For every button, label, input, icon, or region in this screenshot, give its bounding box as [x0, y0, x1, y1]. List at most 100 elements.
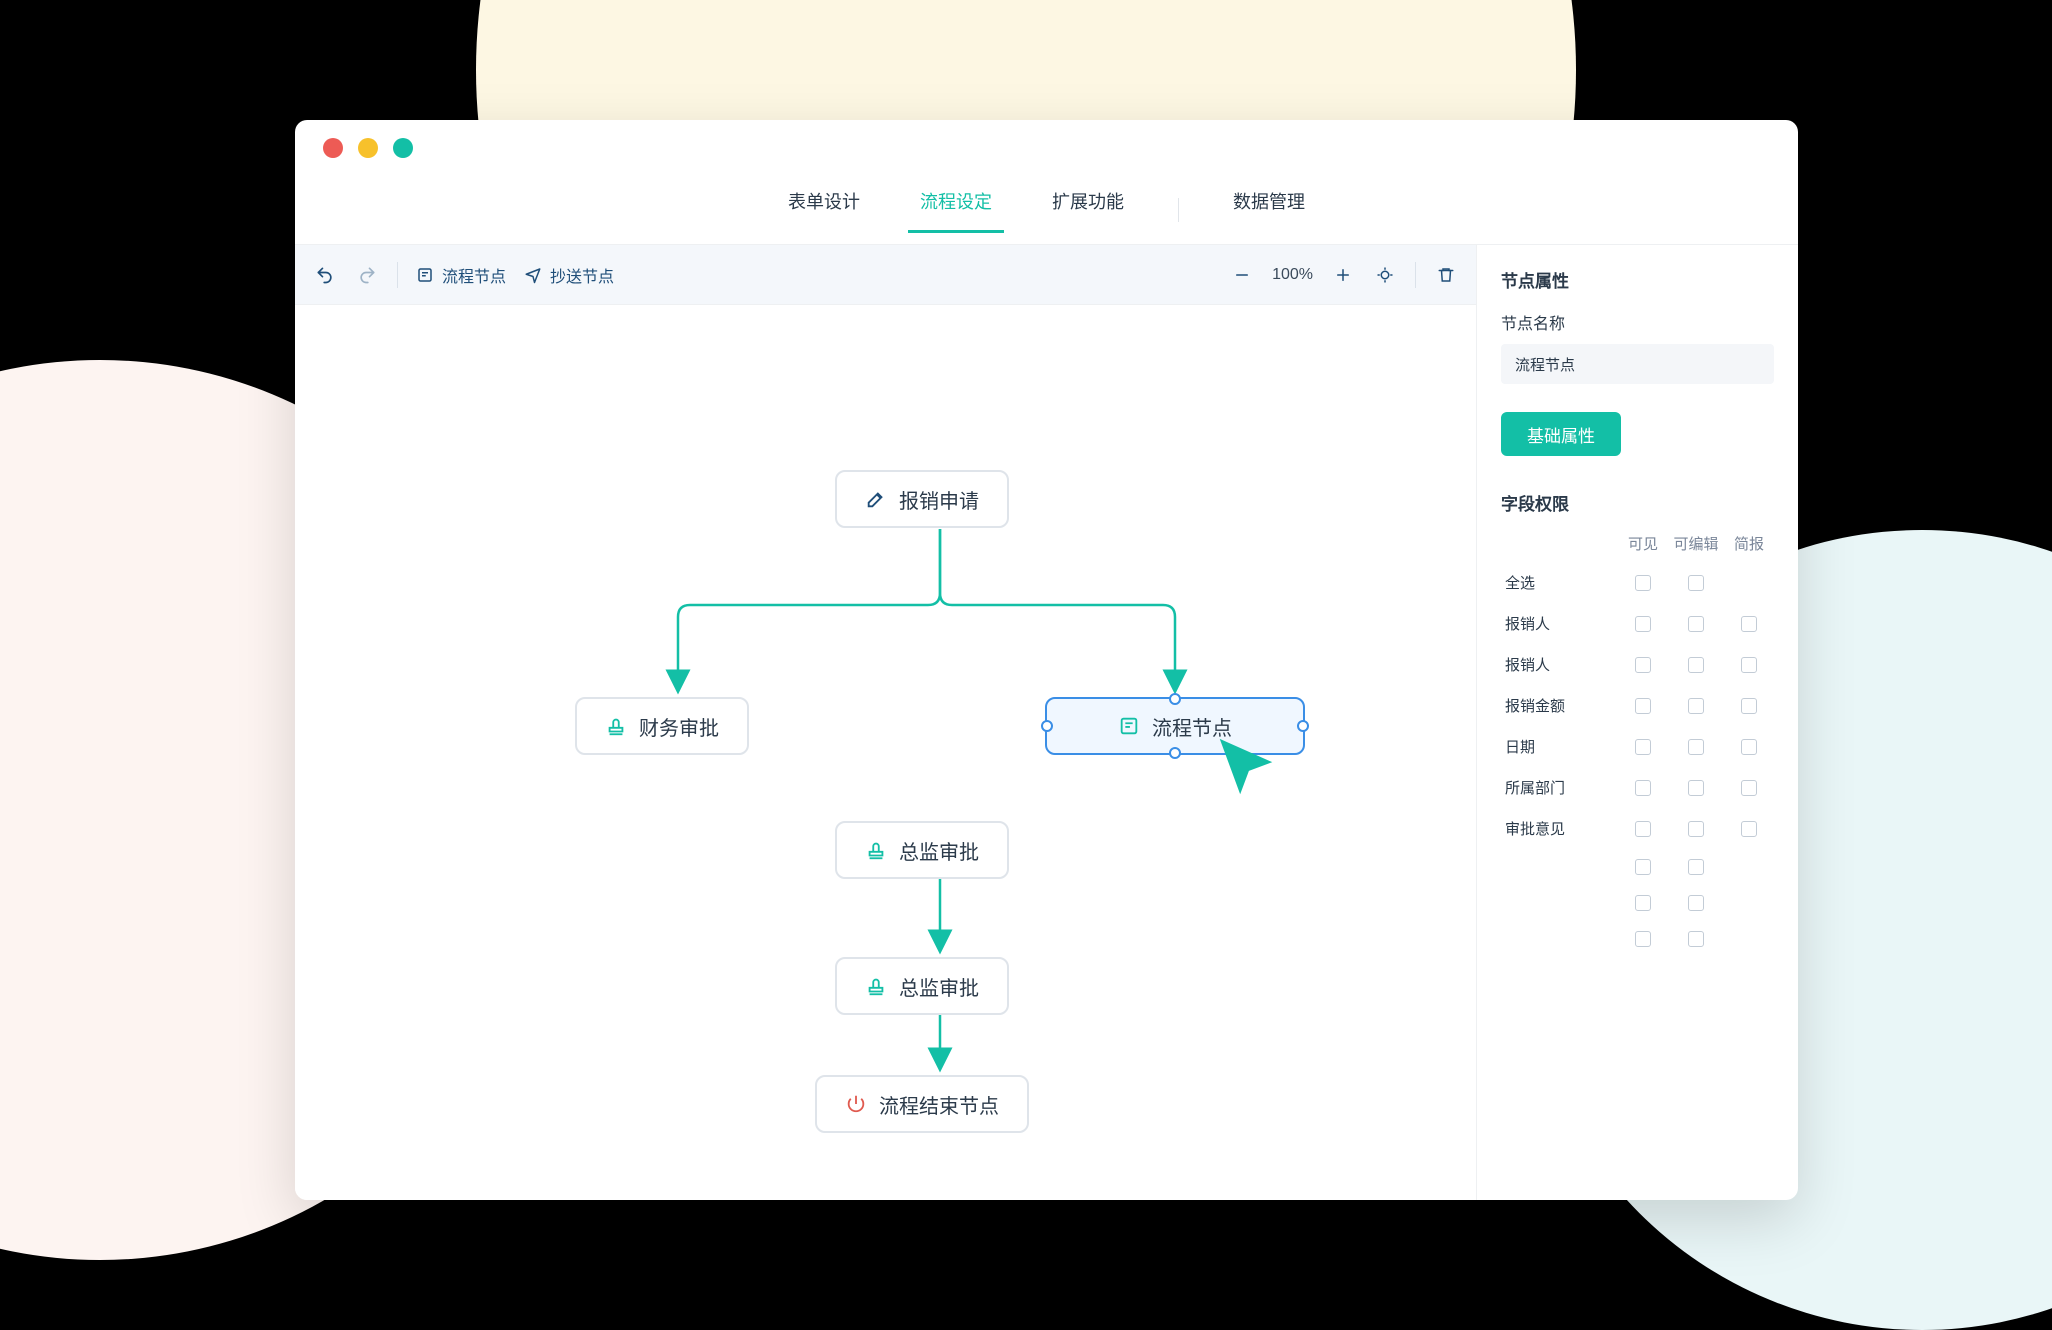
perm-row: 报销人 — [1501, 644, 1774, 685]
tab-0[interactable]: 表单设计 — [782, 188, 866, 232]
power-icon — [845, 1093, 867, 1115]
perm-row: 所属部门 — [1501, 767, 1774, 808]
checkbox[interactable] — [1688, 859, 1704, 875]
connector-handle-right[interactable] — [1297, 720, 1309, 732]
checkbox[interactable] — [1635, 698, 1651, 714]
node-label: 总监审批 — [899, 972, 979, 1001]
perm-row-label: 日期 — [1501, 736, 1618, 757]
flow-canvas[interactable]: 报销申请 财务审批 流程节点 总监审批 — [295, 305, 1476, 1200]
window-close-icon[interactable] — [323, 138, 343, 158]
properties-panel: 节点属性 节点名称 基础属性 字段权限 可见 可编辑 简报 全选报销人报销人报销… — [1476, 245, 1798, 1200]
perm-row — [1501, 849, 1774, 885]
edit-icon — [865, 488, 887, 510]
node-name-input[interactable] — [1501, 344, 1774, 384]
perm-row — [1501, 885, 1774, 921]
perm-row-label: 报销人 — [1501, 654, 1618, 675]
node-label: 流程节点 — [1152, 712, 1232, 741]
checkbox[interactable] — [1741, 739, 1757, 755]
panel-title: 节点属性 — [1501, 267, 1774, 292]
zoom-in-icon[interactable] — [1331, 263, 1355, 287]
checkbox[interactable] — [1688, 698, 1704, 714]
checkbox[interactable] — [1635, 739, 1651, 755]
checkbox[interactable] — [1741, 821, 1757, 837]
node-start[interactable]: 报销申请 — [835, 470, 1009, 528]
delete-icon[interactable] — [1434, 263, 1458, 287]
node-label: 报销申请 — [899, 485, 979, 514]
permissions-header: 可见 可编辑 简报 — [1501, 525, 1774, 562]
window-minimize-icon[interactable] — [358, 138, 378, 158]
node-finance[interactable]: 财务审批 — [575, 697, 749, 755]
checkbox[interactable] — [1635, 895, 1651, 911]
col-digest: 简报 — [1734, 533, 1764, 554]
node-end[interactable]: 流程结束节点 — [815, 1075, 1029, 1133]
connector-handle-left[interactable] — [1041, 720, 1053, 732]
perm-row: 全选 — [1501, 562, 1774, 603]
perm-row: 报销金额 — [1501, 685, 1774, 726]
tab-1[interactable]: 流程设定 — [914, 188, 998, 232]
node-name-label: 节点名称 — [1501, 310, 1774, 334]
checkbox[interactable] — [1635, 780, 1651, 796]
zoom-value: 100% — [1272, 266, 1313, 284]
separator — [1415, 262, 1416, 288]
connector-handle-top[interactable] — [1169, 693, 1181, 705]
col-editable: 可编辑 — [1673, 533, 1718, 554]
tab-3[interactable]: 数据管理 — [1227, 188, 1311, 232]
perm-row: 报销人 — [1501, 603, 1774, 644]
basic-properties-button[interactable]: 基础属性 — [1501, 412, 1621, 456]
add-process-node-label: 流程节点 — [442, 263, 506, 287]
checkbox[interactable] — [1688, 931, 1704, 947]
perm-row-label: 报销金额 — [1501, 695, 1618, 716]
checkbox[interactable] — [1741, 657, 1757, 673]
window-titlebar — [295, 120, 1798, 175]
center-view-icon[interactable] — [1373, 263, 1397, 287]
stamp-icon — [605, 715, 627, 737]
node-label: 总监审批 — [899, 836, 979, 865]
checkbox[interactable] — [1635, 821, 1651, 837]
window-maximize-icon[interactable] — [393, 138, 413, 158]
redo-icon[interactable] — [355, 263, 379, 287]
tab-2[interactable]: 扩展功能 — [1046, 188, 1130, 232]
node-director-2[interactable]: 总监审批 — [835, 957, 1009, 1015]
separator — [397, 262, 398, 288]
checkbox[interactable] — [1688, 575, 1704, 591]
process-icon — [1118, 715, 1140, 737]
node-process-selected[interactable]: 流程节点 — [1045, 697, 1305, 755]
perm-row-label: 所属部门 — [1501, 777, 1618, 798]
main-tabs: 表单设计 流程设定 扩展功能 数据管理 — [295, 175, 1798, 245]
col-visible: 可见 — [1628, 533, 1658, 554]
perm-row — [1501, 921, 1774, 957]
perm-row: 日期 — [1501, 726, 1774, 767]
checkbox[interactable] — [1688, 895, 1704, 911]
perm-row: 审批意见 — [1501, 808, 1774, 849]
checkbox[interactable] — [1635, 931, 1651, 947]
zoom-out-icon[interactable] — [1230, 263, 1254, 287]
checkbox[interactable] — [1688, 780, 1704, 796]
add-cc-node-button[interactable]: 抄送节点 — [524, 263, 614, 287]
app-window: 表单设计 流程设定 扩展功能 数据管理 流程节点 抄送节点 — [295, 120, 1798, 1200]
checkbox[interactable] — [1688, 739, 1704, 755]
perm-row-label: 审批意见 — [1501, 818, 1618, 839]
node-label: 财务审批 — [639, 712, 719, 741]
node-label: 流程结束节点 — [879, 1090, 999, 1119]
checkbox[interactable] — [1741, 698, 1757, 714]
connector-handle-bottom[interactable] — [1169, 747, 1181, 759]
checkbox[interactable] — [1635, 575, 1651, 591]
permissions-title: 字段权限 — [1501, 490, 1774, 515]
add-cc-node-label: 抄送节点 — [550, 263, 614, 287]
add-process-node-button[interactable]: 流程节点 — [416, 263, 506, 287]
checkbox[interactable] — [1635, 859, 1651, 875]
stamp-icon — [865, 975, 887, 997]
checkbox[interactable] — [1741, 616, 1757, 632]
checkbox[interactable] — [1741, 780, 1757, 796]
checkbox[interactable] — [1688, 616, 1704, 632]
designer-toolbar: 流程节点 抄送节点 100% — [295, 245, 1476, 305]
undo-icon[interactable] — [313, 263, 337, 287]
checkbox[interactable] — [1688, 821, 1704, 837]
checkbox[interactable] — [1635, 616, 1651, 632]
perm-row-label: 报销人 — [1501, 613, 1618, 634]
perm-row-label: 全选 — [1501, 572, 1618, 593]
checkbox[interactable] — [1688, 657, 1704, 673]
separator — [1178, 198, 1179, 222]
checkbox[interactable] — [1635, 657, 1651, 673]
node-director[interactable]: 总监审批 — [835, 821, 1009, 879]
